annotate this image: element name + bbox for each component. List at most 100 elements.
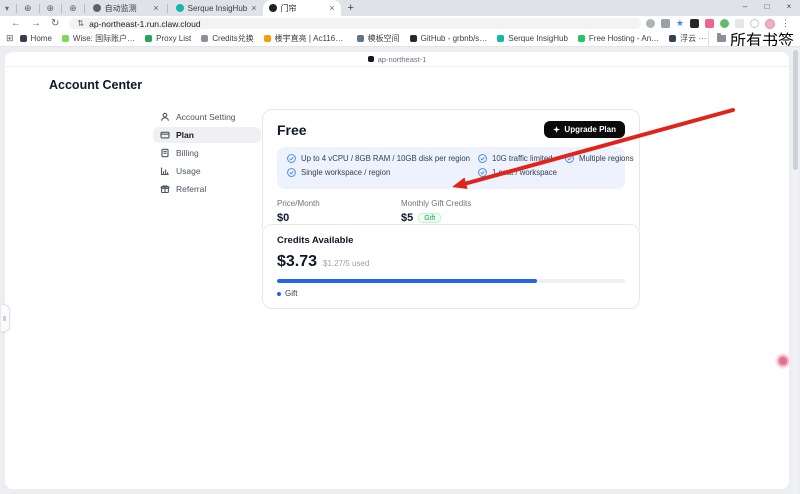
pinned-tab[interactable]: ⊕ — [42, 1, 60, 15]
card-icon — [160, 130, 170, 140]
plan-features-panel: Up to 4 vCPU / 8GB RAM / 10GB disk per r… — [277, 147, 625, 189]
bookmark-label: Credits兑换 — [212, 33, 253, 44]
tab-separator — [61, 4, 62, 13]
forward-icon[interactable]: → — [26, 17, 46, 31]
tab[interactable]: Serque InsigHub× — [170, 0, 263, 16]
sidebar-item-label: Billing — [176, 148, 199, 158]
upgrade-plan-label: Upgrade Plan — [564, 125, 616, 134]
gift-icon — [160, 184, 170, 194]
bookmark-item[interactable]: Proxy List — [145, 34, 191, 43]
sidebar-drawer-handle[interactable] — [1, 304, 10, 332]
bookmark-item[interactable]: 模板空间 — [357, 33, 400, 44]
plan-name: Free — [277, 122, 307, 138]
tab-favicon-icon — [93, 4, 101, 12]
page-scrollbar[interactable] — [792, 48, 799, 494]
gift-badge: Gift — [418, 213, 441, 223]
credits-progress-fill — [277, 279, 537, 283]
maximize-button[interactable]: □ — [756, 0, 778, 14]
bookmark-favicon-icon — [264, 35, 271, 42]
refresh-icon[interactable]: ↻ — [46, 17, 64, 31]
incognito-icon[interactable] — [750, 19, 759, 28]
new-tab-button[interactable]: + — [341, 2, 361, 14]
tab-close-icon[interactable]: × — [251, 3, 256, 13]
sidebar-item-referral[interactable]: Referral — [153, 181, 261, 197]
all-bookmarks-label: 所有书签 — [730, 31, 794, 47]
reading-list-icon[interactable] — [646, 19, 655, 28]
chart-icon — [160, 166, 170, 176]
upgrade-plan-button[interactable]: Upgrade Plan — [544, 121, 625, 138]
all-bookmarks-button[interactable]: 所有书签 — [708, 31, 794, 47]
bookmark-item[interactable]: Free Hosting - An… — [578, 34, 659, 43]
site-settings-icon[interactable]: ⇅ — [77, 19, 84, 28]
bookmark-label: Wise: 国际账户… — [73, 33, 135, 44]
bookmark-label: GitHub - grbnb/s… — [421, 34, 488, 43]
sidebar-item-usage[interactable]: Usage — [153, 163, 261, 179]
bookmark-label: Free Hosting - An… — [589, 34, 659, 43]
tab-separator — [167, 4, 168, 13]
browser-action-icons: ★ ⋮ — [646, 19, 794, 29]
url-text: ap-northeast-1.run.claw.cloud — [89, 19, 201, 29]
pinned-tab[interactable]: ⊕ — [19, 1, 37, 15]
page-title: Account Center — [49, 78, 142, 92]
app-topbar: ap-northeast-1 — [5, 52, 789, 67]
floating-widget-button[interactable] — [775, 353, 791, 369]
tab-active[interactable]: 门帘× — [263, 0, 341, 16]
tab-separator — [84, 4, 85, 13]
extension-green-icon[interactable] — [720, 19, 729, 28]
apps-grid-icon[interactable]: ⊞ — [6, 33, 14, 44]
feature-label: Single workspace / region — [301, 168, 390, 177]
region-label[interactable]: ap-northeast-1 — [378, 55, 427, 64]
tab-favicon-icon — [269, 4, 277, 12]
window-controls: – □ × — [734, 0, 800, 16]
bookmark-item[interactable]: 楼宇直亮 | Ac1160… — [264, 33, 347, 44]
translate-icon[interactable] — [661, 19, 670, 28]
address-bar[interactable]: ⇅ ap-northeast-1.run.claw.cloud — [69, 18, 641, 29]
credits-amount: $3.73 — [277, 253, 317, 271]
feature-label: Up to 4 vCPU / 8GB RAM / 10GB disk per r… — [301, 154, 470, 163]
plan-feature: Up to 4 vCPU / 8GB RAM / 10GB disk per r… — [287, 154, 470, 163]
tab-close-icon[interactable]: × — [329, 3, 334, 13]
bookmark-label: 楼宇直亮 | Ac1160… — [275, 33, 347, 44]
tab[interactable]: 自动监测× — [87, 0, 165, 16]
scrollbar-thumb[interactable] — [793, 50, 798, 170]
app-panel: ap-northeast-1 Account Center Account Se… — [5, 52, 789, 489]
sidebar-item-billing[interactable]: Billing — [153, 145, 261, 161]
browser-menu-icon[interactable]: ⋮ — [781, 19, 790, 28]
credits-used-text: $1.27/5 used — [323, 259, 369, 268]
tab-close-icon[interactable]: × — [153, 3, 158, 13]
bookmark-favicon-icon — [20, 35, 27, 42]
folder-icon — [717, 35, 726, 42]
bookmark-item[interactable]: Serque InsigHub — [497, 34, 568, 43]
feature-label: Multiple regions — [579, 154, 634, 163]
tab-search-icon[interactable]: ▾ — [0, 4, 14, 13]
pinned-tab[interactable]: ⊕ — [64, 1, 82, 15]
close-window-button[interactable]: × — [778, 0, 800, 14]
profile-avatar[interactable] — [765, 19, 775, 29]
brand-logo-icon — [368, 56, 374, 62]
extensions-puzzle-icon[interactable] — [735, 19, 744, 28]
bookmark-favicon-icon — [578, 35, 585, 42]
bookmark-star-icon[interactable]: ★ — [676, 19, 684, 28]
back-icon[interactable]: ← — [6, 17, 26, 31]
tab-title: 门帘 — [281, 3, 326, 14]
bookmark-item[interactable]: Wise: 国际账户… — [62, 33, 135, 44]
bookmark-label: 浮云 ··· Claw Cloud — [680, 33, 708, 44]
credits-legend: Gift — [277, 289, 625, 298]
sidebar-item-plan[interactable]: Plan — [153, 127, 261, 143]
bookmark-item[interactable]: GitHub - grbnb/s… — [410, 34, 488, 43]
extension-dark-icon[interactable] — [690, 19, 699, 28]
sidebar-item-account-setting[interactable]: Account Setting — [153, 109, 261, 125]
page-viewport: ap-northeast-1 Account Center Account Se… — [0, 47, 800, 494]
bookmark-item[interactable]: 浮云 ··· Claw Cloud — [669, 33, 708, 44]
browser-navbar: ← → ↻ ⇅ ap-northeast-1.run.claw.cloud ★ … — [0, 16, 800, 31]
sidebar-item-label: Account Setting — [176, 112, 236, 122]
bookmark-favicon-icon — [201, 35, 208, 42]
bookmark-label: Serque InsigHub — [508, 34, 568, 43]
bookmark-item[interactable]: Home — [20, 34, 52, 43]
bookmark-item[interactable]: Credits兑换 — [201, 33, 253, 44]
minimize-button[interactable]: – — [734, 0, 756, 14]
credits-progress-track — [277, 279, 625, 283]
gift-legend-label: Gift — [285, 289, 297, 298]
floating-widget-icon — [779, 357, 787, 365]
extension-pink-icon[interactable] — [705, 19, 714, 28]
